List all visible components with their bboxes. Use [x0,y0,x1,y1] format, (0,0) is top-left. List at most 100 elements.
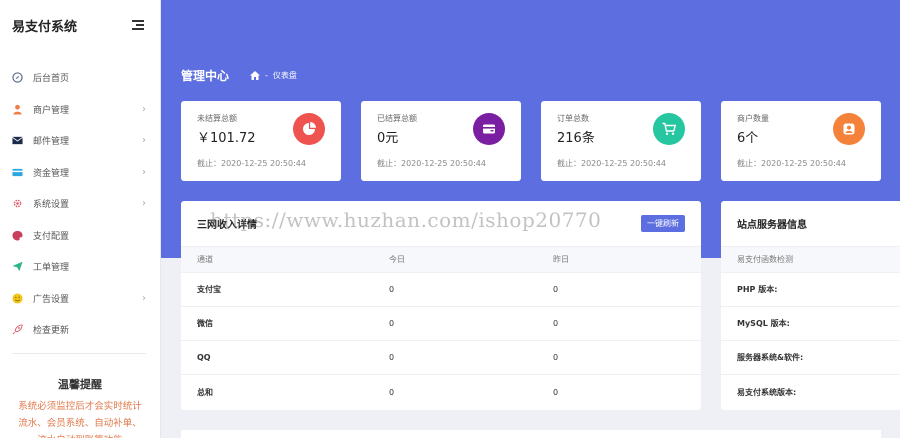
stat-note: 截止：2020-12-25 20:50:44 [197,159,306,168]
user-circle-icon [833,113,865,145]
sidebar-divider [12,353,146,354]
table-row: QQ 0 0 [181,341,701,375]
column-header-yesterday: 昨日 [553,255,569,264]
sidebar-item-label: 工单管理 [33,263,70,274]
sidebar-item-tickets[interactable]: 工单管理 [0,251,160,283]
today-cell: 0 [389,353,395,362]
chevron-right-icon: › [142,103,146,115]
channel-cell: QQ [197,353,211,362]
sidebar: 易支付系统 后台首页 商户管理 › 邮件管理 › 资金管理 › 系统设置 › 支… [0,0,161,438]
stat-label: 未结算总额 [197,114,237,123]
card-icon [12,168,23,176]
chevron-right-icon: › [142,292,146,304]
chevron-right-icon: › [142,135,146,147]
sidebar-item-update[interactable]: 检查更新 [0,314,160,346]
sidebar-item-label: 检查更新 [33,326,70,337]
stat-value: 6个 [737,131,759,146]
sidebar-item-label: 商户管理 [33,105,70,116]
channel-cell: 总和 [197,387,213,397]
sidebar-item-payment[interactable]: 支付配置 [0,220,160,252]
sidebar-item-home[interactable]: 后台首页 [0,62,160,94]
sidebar-item-funds[interactable]: 资金管理 › [0,157,160,189]
yesterday-cell: 0 [553,285,559,294]
sidebar-item-label: 资金管理 [33,168,70,179]
brand-bar: 易支付系统 [0,0,160,50]
sidebar-item-settings[interactable]: 系统设置 › [0,188,160,220]
breadcrumb-separator: - [265,71,268,80]
sidebar-menu: 后台首页 商户管理 › 邮件管理 › 资金管理 › 系统设置 › 支付配置 工单… [0,62,160,346]
pie-chart-icon [293,113,325,145]
column-header-channel: 通道 [197,255,213,264]
stat-card-orders: 订单总数 216条 截止：2020-12-25 20:50:44 [541,101,701,181]
table-row: 总和 0 0 [181,375,701,409]
stat-value: ￥101.72 [197,131,256,146]
breadcrumb-current[interactable]: 仪表盘 [273,70,297,81]
sidebar-item-merchants[interactable]: 商户管理 › [0,94,160,126]
stat-label: 已结算总额 [377,114,417,123]
column-header-today: 今日 [389,255,405,264]
rocket-icon [12,324,23,335]
page-title: 管理中心 [181,69,230,83]
stat-label: 订单总数 [557,114,589,123]
chevron-right-icon: › [142,166,146,178]
server-row: 服务器系统&软件: [721,341,900,375]
stat-note: 截止：2020-12-25 20:50:44 [377,159,486,168]
stat-card-merchants: 商户数量 6个 截止：2020-12-25 20:50:44 [721,101,881,181]
server-subheader: 易支付函数检测 [737,255,793,264]
sidebar-item-label: 支付配置 [33,231,70,242]
table-row: 微信 0 0 [181,307,701,341]
server-panel-header: 站点服务器信息 [721,201,900,247]
breadcrumb: - 仪表盘 [250,70,297,81]
income-panel: 三网收入详情 一键刷新 通道 今日 昨日 支付宝 0 0 微信 0 0 QQ 0… [181,201,701,410]
sidebar-item-label: 系统设置 [33,200,70,211]
server-row-label: 服务器系统&软件: [737,353,804,362]
server-row: 易支付系统版本: [721,375,900,409]
yesterday-cell: 0 [553,387,559,397]
wallet-icon [473,113,505,145]
user-icon [13,104,22,115]
server-row-label: 易支付系统版本: [737,387,797,397]
chevron-right-icon: › [142,198,146,210]
server-row-label: MySQL 版本: [737,319,790,328]
refresh-button[interactable]: 一键刷新 [641,215,685,232]
yesterday-cell: 0 [553,353,559,362]
paper-plane-icon [12,261,23,272]
envelope-icon [12,137,23,145]
stat-card-settled: 已结算总额 0元 截止：2020-12-25 20:50:44 [361,101,521,181]
yesterday-cell: 0 [553,319,559,328]
sidebar-item-ads[interactable]: 广告设置 › [0,283,160,315]
compass-icon [12,72,23,83]
tip-text: 系统必须监控后才会实时统计流水、会员系统、自动补单、流水自动到账等功能 [18,401,142,438]
stat-label: 商户数量 [737,114,769,123]
income-panel-title: 三网收入详情 [197,220,257,231]
server-row-label: PHP 版本: [737,285,778,294]
tip-title: 温馨提醒 [58,378,102,391]
gear-icon [13,199,22,208]
stat-card-unsettled: 未结算总额 ￥101.72 截止：2020-12-25 20:50:44 [181,101,341,181]
server-panel: 站点服务器信息 易支付函数检测 PHP 版本: MySQL 版本: 服务器系统&… [721,201,900,410]
sidebar-item-label: 广告设置 [33,294,70,305]
server-subheader-row: 易支付函数检测 [721,247,900,273]
brand-title: 易支付系统 [12,19,78,35]
today-cell: 0 [389,387,395,397]
sidebar-item-label: 后台首页 [33,74,70,85]
palette-icon [12,230,23,241]
income-panel-header: 三网收入详情 一键刷新 [181,201,701,247]
server-row: MySQL 版本: [721,307,900,341]
stat-value: 216条 [557,131,595,146]
menu-toggle-icon[interactable] [132,20,144,30]
smile-icon [12,293,23,304]
cart-icon [653,113,685,145]
home-icon[interactable] [250,71,260,80]
table-row: 支付宝 0 0 [181,273,701,307]
next-panel-edge [181,430,881,438]
channel-cell: 支付宝 [197,285,221,294]
sidebar-item-mail[interactable]: 邮件管理 › [0,125,160,157]
stat-value: 0元 [377,131,399,146]
server-row: PHP 版本: [721,273,900,307]
table-header-row: 通道 今日 昨日 [181,247,701,273]
stat-note: 截止：2020-12-25 20:50:44 [557,159,666,168]
today-cell: 0 [389,285,395,294]
stat-note: 截止：2020-12-25 20:50:44 [737,159,846,168]
sidebar-item-label: 邮件管理 [33,137,70,148]
